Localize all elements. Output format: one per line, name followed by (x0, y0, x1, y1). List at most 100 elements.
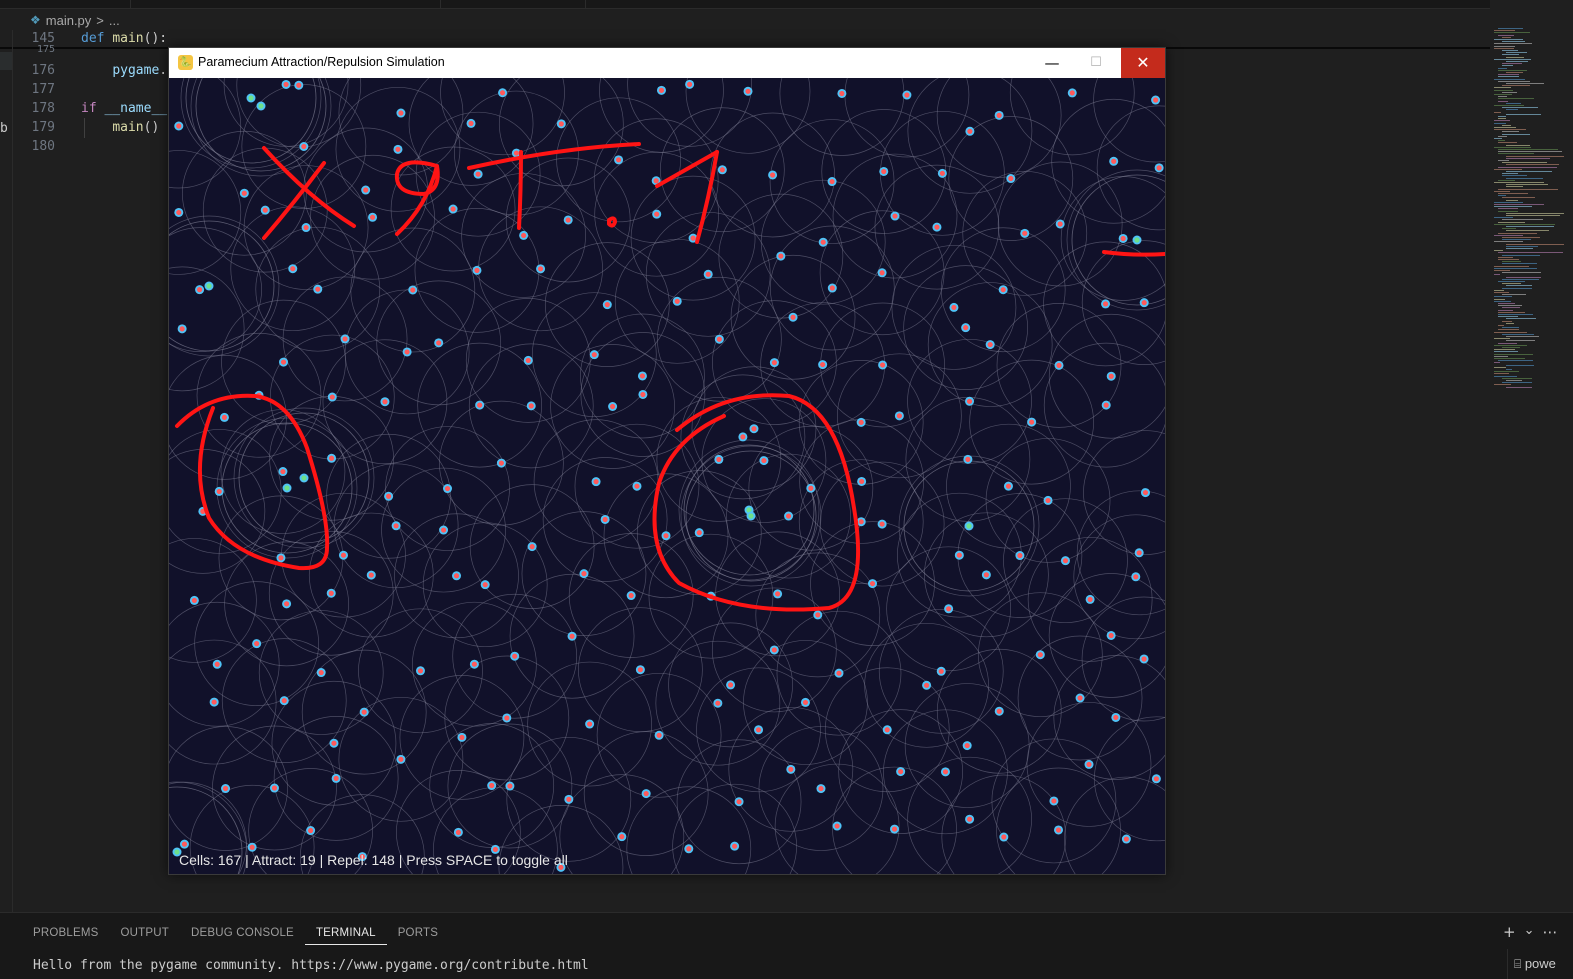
minimap-line (1494, 353, 1534, 355)
minimap-line (1494, 94, 1513, 95)
breadcrumb[interactable]: ❖ main.py > ... (30, 10, 120, 30)
maximize-button[interactable]: ☐ (1074, 48, 1118, 78)
minimap-line (1502, 175, 1527, 177)
minimap[interactable] (1494, 28, 1570, 398)
minimap-line (1502, 228, 1516, 230)
repelling-cell (696, 530, 702, 536)
minimap-line (1502, 278, 1540, 280)
repelling-cell (1111, 158, 1117, 164)
minimap-line (1494, 122, 1506, 124)
tab-problems[interactable]: PROBLEMS (22, 923, 110, 945)
panel-tabs[interactable]: PROBLEMS OUTPUT DEBUG CONSOLE TERMINAL PORTS (22, 923, 449, 945)
repelling-cell (1000, 287, 1006, 293)
minimap-line (1494, 371, 1520, 373)
repelling-cell (790, 314, 796, 320)
breadcrumb-file[interactable]: main.py (46, 13, 92, 28)
minimap-line (1494, 274, 1501, 276)
repelling-cell (440, 527, 447, 533)
tab-output[interactable]: OUTPUT (110, 923, 180, 945)
repelling-cell (308, 827, 314, 834)
close-button[interactable]: ✕ (1121, 48, 1165, 78)
minimap-line (1494, 362, 1501, 364)
simulation-window[interactable]: 🐍 Paramecium Attraction/Repulsion Simula… (168, 47, 1166, 875)
minimize-button[interactable]: — (1030, 48, 1074, 78)
repelling-cell (1108, 373, 1114, 379)
sensing-radius (844, 78, 970, 158)
minimap-line (1506, 102, 1521, 104)
terminal-list[interactable]: ⌸ powe (1507, 949, 1573, 979)
tab-terminal[interactable]: TERMINAL (304, 923, 387, 945)
minimap-line (1498, 28, 1524, 29)
repelling-cell (1017, 552, 1023, 559)
more-actions-icon[interactable]: ⋯ (1542, 923, 1557, 941)
panel-actions[interactable]: + ⌄ ⋯ (1503, 923, 1557, 941)
minimap-line (1498, 210, 1518, 212)
minimap-line (1494, 182, 1545, 183)
repelling-cell (934, 224, 940, 230)
repelling-cell (196, 287, 203, 293)
repelling-cell (967, 128, 973, 134)
repelling-cell (904, 92, 910, 98)
minimap-line (1506, 164, 1559, 166)
repelling-cell (719, 167, 725, 173)
repelling-cell (898, 768, 904, 775)
terminal-dropdown-chevron-icon[interactable]: ⌄ (1524, 923, 1535, 941)
minimap-line (1498, 67, 1508, 69)
repelling-cell (829, 285, 835, 291)
minimap-line (1502, 377, 1532, 379)
repelling-cell (1051, 798, 1057, 804)
sensing-radius-circles (169, 78, 1165, 874)
repelling-cell (393, 523, 399, 529)
minimap-line (1494, 300, 1512, 302)
left-edge-fragment: b (0, 121, 8, 136)
repelling-cell (983, 572, 989, 578)
repelling-cell (581, 571, 587, 577)
repelling-cell (211, 699, 217, 705)
repelling-cell (602, 516, 608, 523)
repelling-cell (1123, 836, 1129, 842)
tab-ports[interactable]: PORTS (387, 923, 449, 945)
terminal-output[interactable]: Hello from the pygame community. https:/… (33, 958, 589, 973)
minimap-line (1506, 276, 1541, 278)
tab-debug-console[interactable]: DEBUG CONSOLE (180, 923, 305, 945)
minimap-line (1494, 344, 1528, 346)
bottom-panel[interactable]: PROBLEMS OUTPUT DEBUG CONSOLE TERMINAL PORTS… (0, 912, 1573, 979)
minimap-line (1498, 179, 1516, 181)
attracting-cell (258, 103, 264, 109)
repelling-cell (736, 799, 742, 805)
window-titlebar[interactable]: 🐍 Paramecium Attraction/Repulsion Simula… (169, 48, 1165, 78)
repelling-cell (398, 756, 404, 762)
repelling-cell (587, 721, 593, 727)
editor-tab-strip[interactable] (0, 0, 1490, 9)
minimap-line (1494, 298, 1505, 300)
tab-separator (440, 0, 441, 8)
minimap-line (1498, 80, 1531, 82)
attracting-cell (748, 513, 754, 519)
annotation-stroke-dash (1102, 250, 1165, 257)
minimap-line (1506, 380, 1523, 381)
repelling-cell (923, 682, 930, 688)
repelling-cell (241, 190, 247, 196)
minimap-line (1506, 340, 1536, 342)
minimap-line (1498, 166, 1557, 168)
terminal-tab[interactable]: ⌸ powe (1514, 956, 1556, 972)
new-terminal-plus-icon[interactable]: + (1503, 923, 1516, 941)
minimap-line (1502, 294, 1526, 296)
minimap-line (1494, 87, 1511, 89)
minimap-line (1502, 347, 1520, 348)
repelling-cell (181, 841, 188, 847)
breadcrumb-rest[interactable]: ... (109, 13, 120, 28)
repelling-cell (450, 206, 456, 212)
repelling-cell (512, 653, 518, 659)
minimap-line (1498, 149, 1559, 150)
repelling-cell (815, 612, 821, 618)
repelling-cell (395, 146, 401, 152)
simulation-canvas[interactable]: Cells: 167 | Attract: 19 | Repel: 148 | … (169, 78, 1165, 874)
line-number: 175 (36, 44, 55, 55)
sensing-radius (1073, 514, 1165, 640)
repelling-cell (1141, 300, 1147, 306)
repelling-cell (489, 782, 495, 789)
sensing-radius (338, 78, 464, 176)
minimap-line (1506, 113, 1541, 115)
repelling-cell (1057, 221, 1063, 227)
